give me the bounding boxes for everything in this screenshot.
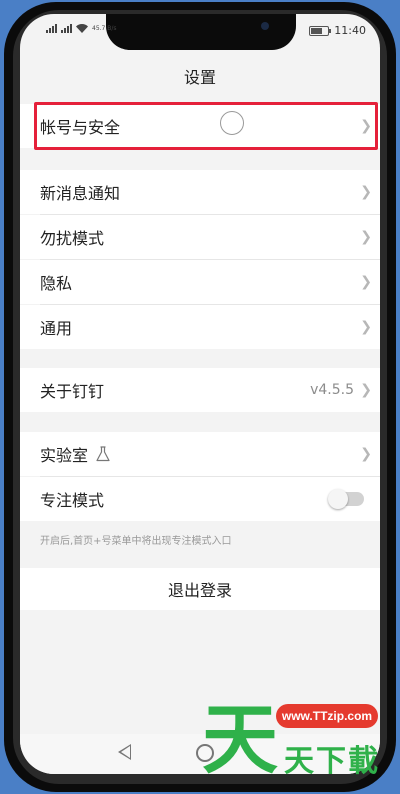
toggle-knob [328,489,348,509]
version-value: v4.5.5 [310,382,354,398]
logout-label: 退出登录 [167,581,232,600]
chevron-right-icon: ❯ [360,229,372,245]
settings-item-new-message-notify[interactable]: 新消息通知 ❯ [20,170,380,214]
highlight-box [34,102,378,150]
status-time: 11:40 [334,24,366,37]
settings-item-label: 实验室 [40,446,89,465]
settings-item-about[interactable]: 关于钉钉 v4.5.5 ❯ [20,368,380,412]
back-icon[interactable] [118,744,131,760]
watermark-text: 天下載 [284,744,380,779]
chevron-right-icon: ❯ [360,382,372,398]
settings-item-general[interactable]: 通用 ❯ [20,305,380,349]
site-watermark: 天 www.TTzip.com 天下載 [200,698,400,794]
settings-item-label: 专注模式 [40,491,105,510]
camera-icon [261,22,269,30]
settings-item-focus-mode: 专注模式 [20,477,380,521]
display-notch [106,14,296,50]
wifi-icon [76,24,88,33]
settings-item-do-not-disturb[interactable]: 勿扰模式 ❯ [20,215,380,259]
focus-mode-hint: 开启后,首页+号菜单中将出现专注模式入口 [40,536,232,547]
chevron-right-icon: ❯ [360,446,372,462]
status-bar-right: 11:40 [309,24,366,37]
cell-signal-2-icon [61,24,72,33]
network-speed: 45.7 B/s [92,24,117,32]
touch-indicator [220,111,244,135]
settings-item-privacy[interactable]: 隐私 ❯ [20,260,380,304]
watermark-url: www.TTzip.com [276,704,378,728]
flask-icon [96,446,110,462]
logout-button[interactable]: 退出登录 [20,568,380,610]
page-title: 设置 [183,68,216,87]
cell-signal-icon [46,24,57,33]
chevron-right-icon: ❯ [360,274,372,290]
settings-item-label: 通用 [40,319,73,338]
settings-item-label: 关于钉钉 [40,382,105,401]
app-screen: 45.7 B/s 11:40 设置 帐号与安全 ❯ 新消息通知 ❯ 勿扰模式 ❯… [20,14,380,774]
settings-item-label: 勿扰模式 [40,229,105,248]
battery-icon [309,25,332,36]
status-bar-left: 45.7 B/s [46,24,117,33]
settings-item-label: 新消息通知 [40,184,121,203]
chevron-right-icon: ❯ [360,184,372,200]
watermark-logo-char: 天 [202,695,278,784]
chevron-right-icon: ❯ [360,319,372,335]
focus-mode-toggle[interactable] [328,489,364,509]
settings-item-lab[interactable]: 实验室 ❯ [20,432,380,476]
settings-item-label: 隐私 [40,274,73,293]
